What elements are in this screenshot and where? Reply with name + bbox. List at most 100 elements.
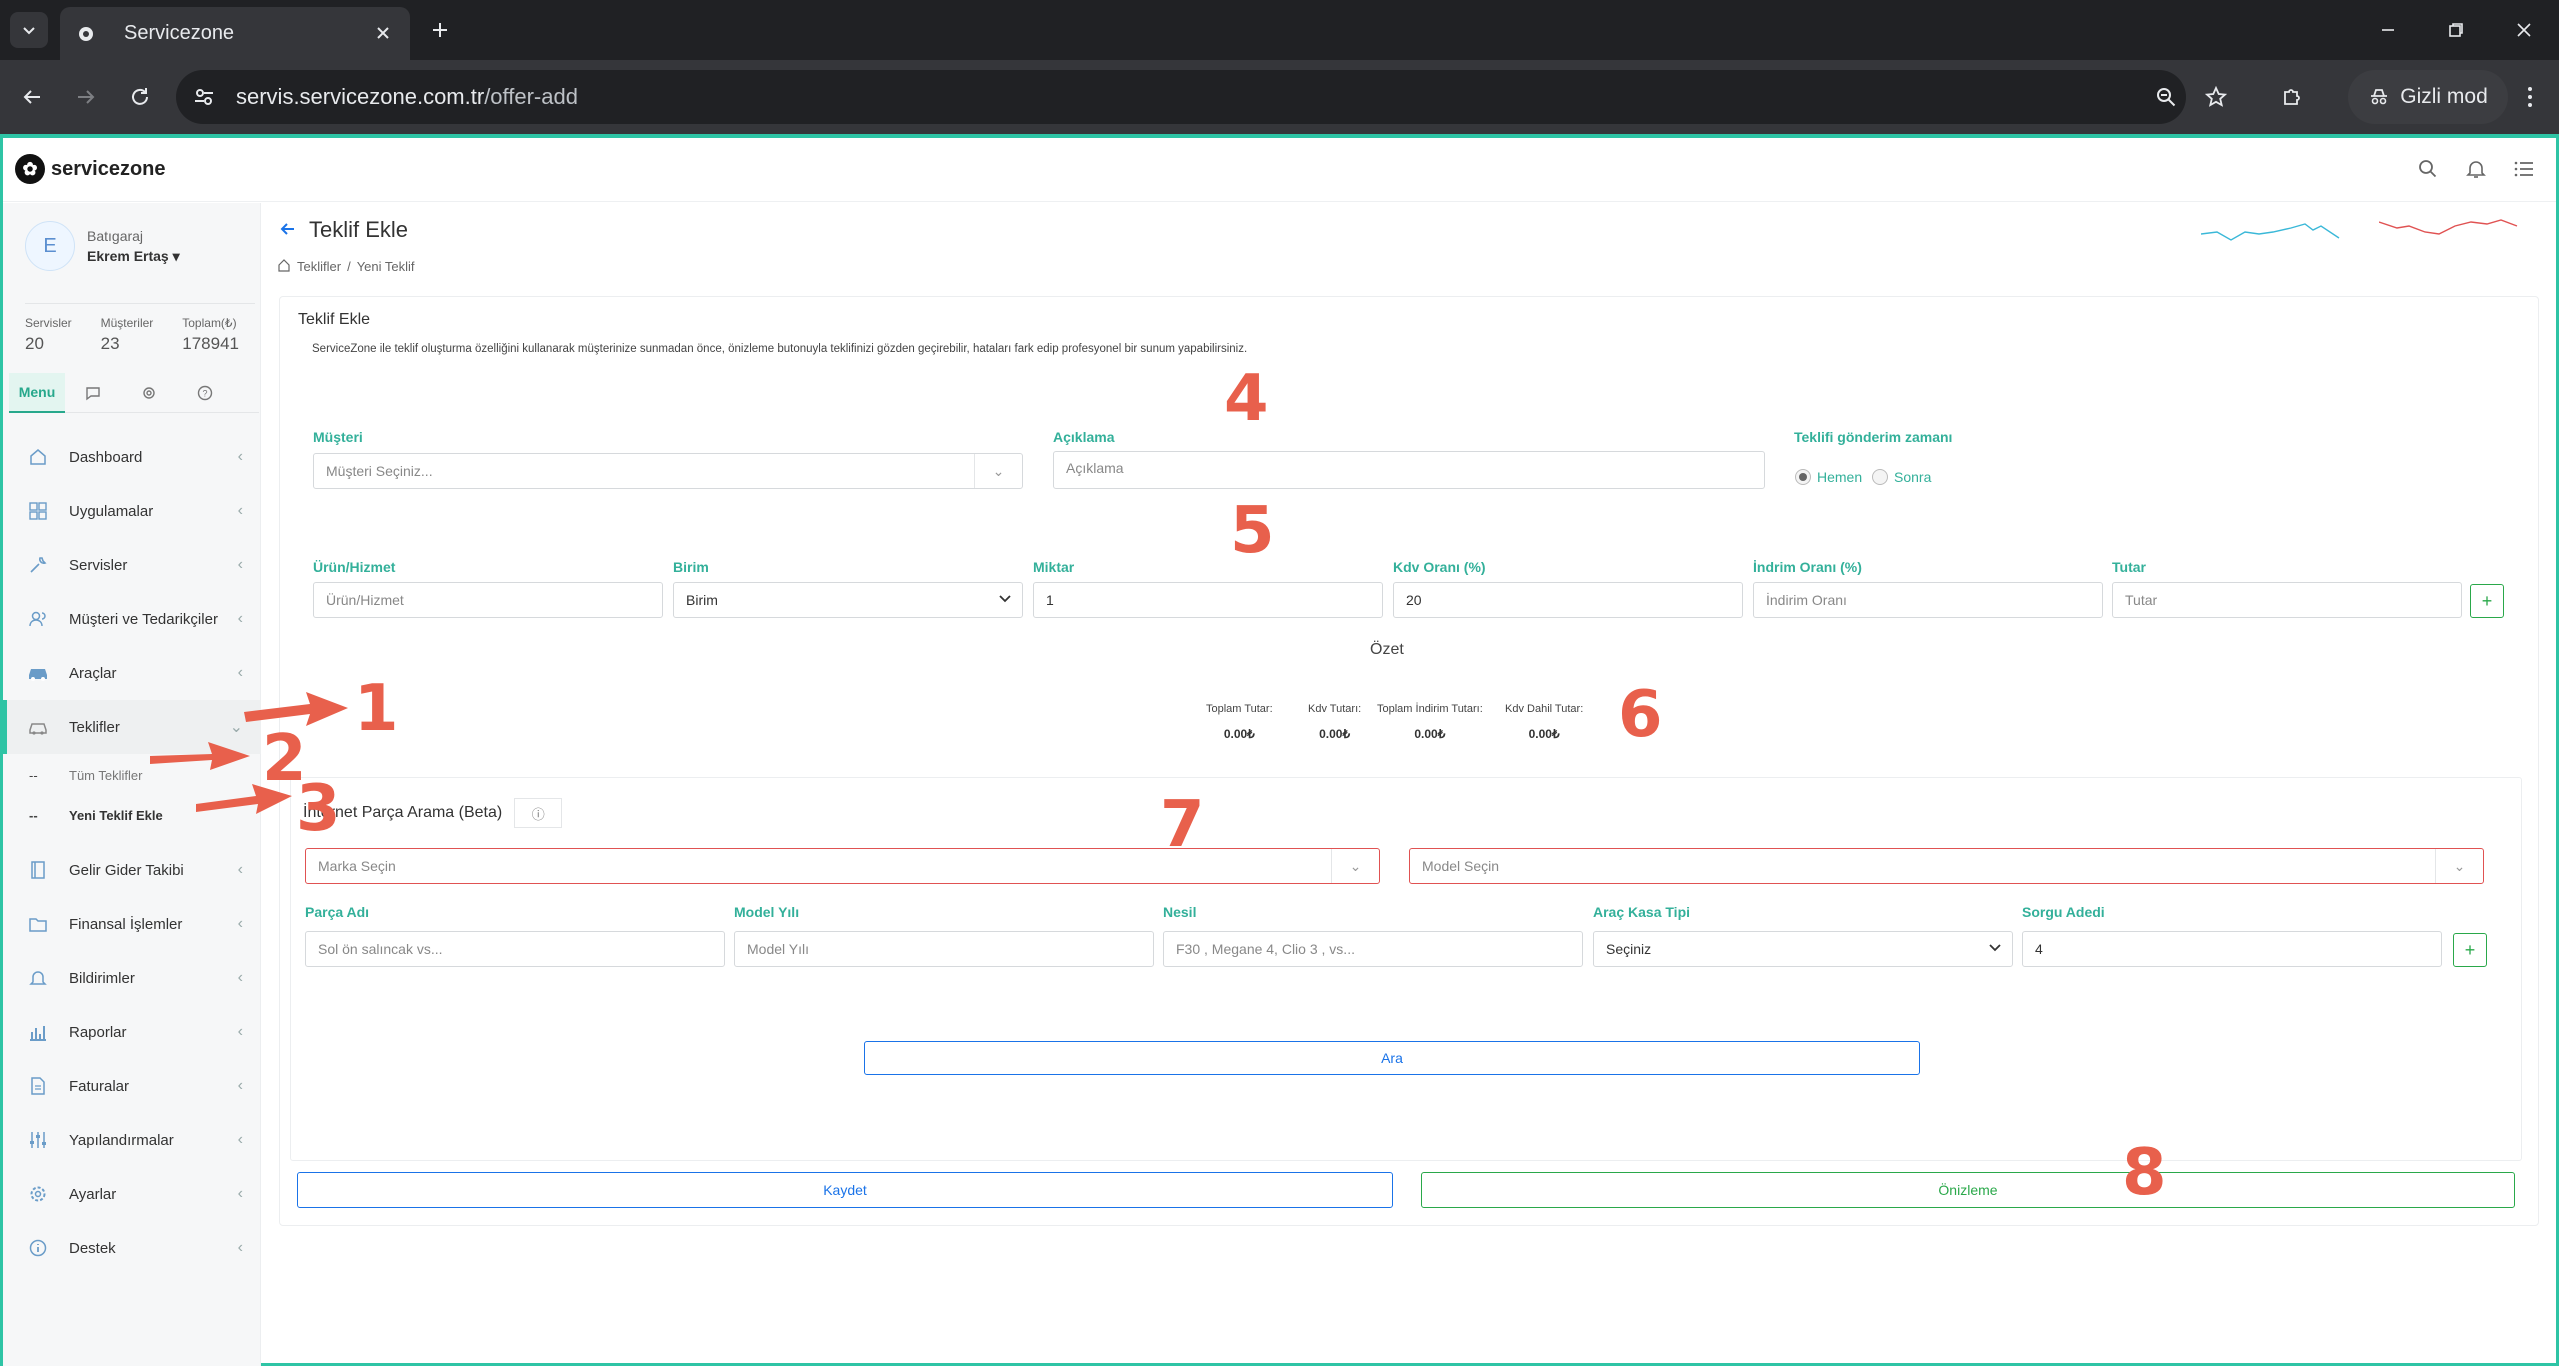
close-icon[interactable] — [370, 20, 396, 46]
breadcrumb-teklifler[interactable]: Teklifler — [297, 259, 341, 274]
sidebar-item-faturalar[interactable]: Faturalar ‹ — [3, 1059, 261, 1113]
tab-settings[interactable] — [121, 373, 177, 413]
info-icon[interactable]: ⓘ — [514, 798, 563, 828]
tutar-input[interactable]: Tutar — [2112, 582, 2462, 618]
bell-icon[interactable] — [2461, 154, 2491, 184]
musteri-select[interactable]: Müşteri Seçiniz... ⌄ — [313, 453, 1023, 489]
sidebar-item-raporlar[interactable]: Raporlar ‹ — [3, 1005, 261, 1059]
brand-placeholder: Marka Seçin — [318, 858, 396, 874]
site-settings-icon[interactable] — [184, 77, 224, 117]
sorgu-input[interactable]: 4 — [2022, 931, 2442, 967]
sidebar-item-finansal[interactable]: Finansal İşlemler ‹ — [3, 897, 261, 951]
parca-label: Parça Adı — [305, 904, 370, 920]
close-window-button[interactable] — [2504, 10, 2544, 50]
users-icon — [27, 608, 49, 630]
user-name-dropdown[interactable]: Ekrem Ertaş ▾ — [87, 248, 180, 265]
address-bar[interactable]: servis.servicezone.com.tr/offer-add — [176, 70, 2227, 124]
annotation-number-5: 5 — [1230, 494, 1275, 568]
user-profile[interactable]: E Batıgaraj Ekrem Ertaş ▾ — [25, 221, 180, 271]
browser-menu-button[interactable] — [2510, 77, 2550, 117]
sidebar-item-yapilandirmalar[interactable]: Yapılandırmalar ‹ — [3, 1113, 261, 1167]
search-button[interactable]: Ara — [864, 1041, 1920, 1075]
restore-icon — [2449, 23, 2463, 37]
sidebar-item-dashboard[interactable]: Dashboard ‹ — [3, 430, 261, 484]
forward-button[interactable] — [66, 77, 106, 117]
gear-icon — [76, 24, 96, 44]
sidebar-item-label: Bildirimler — [69, 969, 135, 987]
miktar-input[interactable]: 1 — [1033, 582, 1383, 618]
aciklama-textarea[interactable]: Açıklama — [1053, 451, 1765, 489]
kasa-select[interactable]: Seçiniz — [1593, 931, 2013, 967]
summary-value: 0.00₺ — [1223, 727, 1255, 741]
reload-button[interactable] — [120, 77, 160, 117]
back-arrow-icon[interactable] — [277, 218, 299, 240]
nesil-input[interactable]: F30 , Megane 4, Clio 3 , vs... — [1163, 931, 1583, 967]
browser-tab[interactable]: Servicezone — [60, 7, 410, 60]
sidebar-item-teklifler[interactable]: Teklifler ⌄ — [3, 700, 261, 754]
tab-chat[interactable] — [65, 373, 121, 413]
radio-hemen[interactable]: Hemen — [1795, 469, 1862, 485]
brand-name: servicezone — [51, 157, 166, 180]
tab-title: Servicezone — [124, 22, 235, 44]
minimize-icon — [2382, 29, 2394, 31]
list-icon[interactable] — [2509, 154, 2539, 184]
radio-sonra[interactable]: Sonra — [1872, 469, 1931, 485]
parts-search-title: İnternet Parça Arama (Beta) ⓘ — [303, 798, 563, 828]
sidebar-item-bildirimler[interactable]: Bildirimler ‹ — [3, 951, 261, 1005]
sub-dash: -- — [29, 767, 38, 783]
home-icon[interactable] — [277, 258, 291, 275]
brand-select[interactable]: Marka Seçin ⌄ — [305, 848, 1380, 884]
chevron-left-icon: ‹ — [237, 664, 243, 681]
tab-search-button[interactable] — [10, 12, 48, 48]
parca-input[interactable]: Sol ön salıncak vs... — [305, 931, 725, 967]
urun-label: Ürün/Hizmet — [313, 559, 396, 575]
sidebar-item-ayarlar[interactable]: Ayarlar ‹ — [3, 1167, 261, 1221]
user-company: Batıgaraj — [87, 227, 144, 244]
model-yili-input[interactable]: Model Yılı — [734, 931, 1154, 967]
sidebar-sub-yeni-teklif[interactable]: -- Yeni Teklif Ekle — [3, 795, 261, 835]
web-page: ✿ servicezone E Batıgaraj Ekrem Ertaş ▾ … — [0, 134, 2559, 1366]
search-icon[interactable] — [2413, 154, 2443, 184]
new-tab-button[interactable] — [424, 14, 456, 46]
tab-help[interactable]: ? — [177, 373, 233, 413]
kdv-input[interactable]: 20 — [1393, 582, 1743, 618]
add-query-button[interactable]: + — [2453, 933, 2487, 967]
preview-button[interactable]: Önizleme — [1421, 1172, 2515, 1208]
zoom-icon[interactable] — [2146, 77, 2186, 117]
extensions-button[interactable] — [2272, 77, 2312, 117]
breadcrumb: Teklifler / Yeni Teklif — [277, 258, 415, 275]
chevron-left-icon: ‹ — [237, 1185, 243, 1202]
help-icon: ? — [197, 385, 213, 401]
sidebar-item-gelir-gider[interactable]: Gelir Gider Takibi ‹ — [3, 843, 261, 897]
urun-input[interactable]: Ürün/Hizmet — [313, 582, 663, 618]
sidebar-item-musteri[interactable]: Müşteri ve Tedarikçiler ‹ — [3, 592, 261, 646]
add-item-button[interactable]: + — [2470, 584, 2504, 618]
birim-select[interactable]: Birim — [673, 582, 1023, 618]
tab-menu[interactable]: Menu — [9, 373, 65, 413]
sidebar-item-araclar[interactable]: Araçlar ‹ — [3, 646, 261, 700]
logo[interactable]: ✿ servicezone — [15, 154, 166, 184]
chevron-left-icon: ‹ — [237, 861, 243, 878]
sidebar-item-label: Yapılandırmalar — [69, 1131, 174, 1149]
incognito-indicator[interactable]: Gizli mod — [2348, 70, 2508, 124]
sidebar-item-uygulamalar[interactable]: Uygulamalar ‹ — [3, 484, 261, 538]
chevron-left-icon: ‹ — [237, 502, 243, 519]
sidebar-sub-tum-teklifler[interactable]: -- Tüm Teklifler — [3, 755, 261, 795]
browser-toolbar: servis.servicezone.com.tr/offer-add Gizl… — [0, 60, 2559, 134]
sidebar: E Batıgaraj Ekrem Ertaş ▾ Servisler 20 Mü… — [3, 203, 261, 1366]
nesil-placeholder: F30 , Megane 4, Clio 3 , vs... — [1176, 941, 1355, 957]
stats-row: Servisler 20 Müşteriler 23 Toplam(₺) 178941 — [25, 303, 255, 354]
chat-icon — [86, 387, 100, 401]
model-yili-placeholder: Model Yılı — [747, 941, 809, 957]
annotation-number-8: 8 — [2122, 1136, 2167, 1210]
indirim-input[interactable]: İndirim Oranı — [1753, 582, 2103, 618]
save-button[interactable]: Kaydet — [297, 1172, 1393, 1208]
star-icon[interactable] — [2196, 77, 2236, 117]
model-yili-label: Model Yılı — [734, 904, 800, 920]
model-select[interactable]: Model Seçin ⌄ — [1409, 848, 2484, 884]
minimize-button[interactable] — [2368, 10, 2408, 50]
back-button[interactable] — [12, 77, 52, 117]
sidebar-item-servisler[interactable]: Servisler ‹ — [3, 538, 261, 592]
restore-button[interactable] — [2436, 10, 2476, 50]
sidebar-item-destek[interactable]: Destek ‹ — [3, 1221, 261, 1275]
